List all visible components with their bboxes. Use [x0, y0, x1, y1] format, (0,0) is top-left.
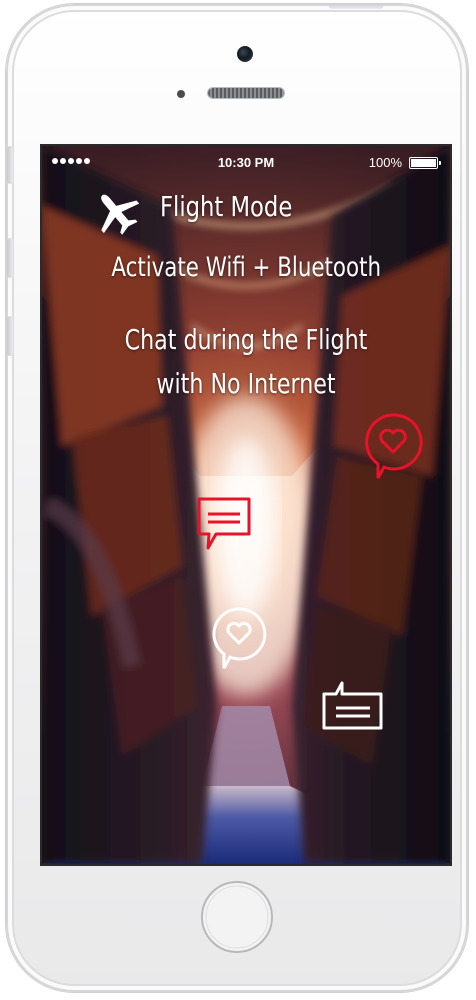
- volume-up-button: [7, 238, 13, 278]
- airplane-icon: [101, 194, 140, 235]
- heart-bubble-icon: [365, 413, 423, 479]
- message-bubble-icon: [322, 681, 383, 730]
- home-button[interactable]: [200, 880, 274, 954]
- headline-line-2: with No Internet: [156, 367, 336, 400]
- proximity-sensor: [177, 90, 185, 98]
- feature-subtitle: Activate Wifi + Bluetooth: [111, 252, 381, 283]
- power-button: [329, 4, 383, 9]
- headline-line-1: Chat during the Flight: [124, 323, 368, 356]
- battery-icon: [409, 157, 441, 169]
- screen: 10:30 PM 100% Flight Mode Activate Wifi …: [42, 146, 450, 864]
- volume-down-button: [7, 316, 13, 356]
- earpiece-speaker: [208, 88, 284, 98]
- heart-bubble-icon: [212, 607, 267, 669]
- status-bar: 10:30 PM 100%: [42, 146, 450, 178]
- phone-frame: 10:30 PM 100% Flight Mode Activate Wifi …: [6, 4, 468, 992]
- mute-switch: [7, 146, 13, 184]
- battery-percentage: 100%: [368, 155, 402, 170]
- front-camera: [237, 46, 253, 62]
- app-title: Flight Mode: [160, 190, 293, 223]
- chat-bubble-icon: [197, 497, 251, 550]
- headline: Chat during the Flight with No Internet: [42, 318, 450, 406]
